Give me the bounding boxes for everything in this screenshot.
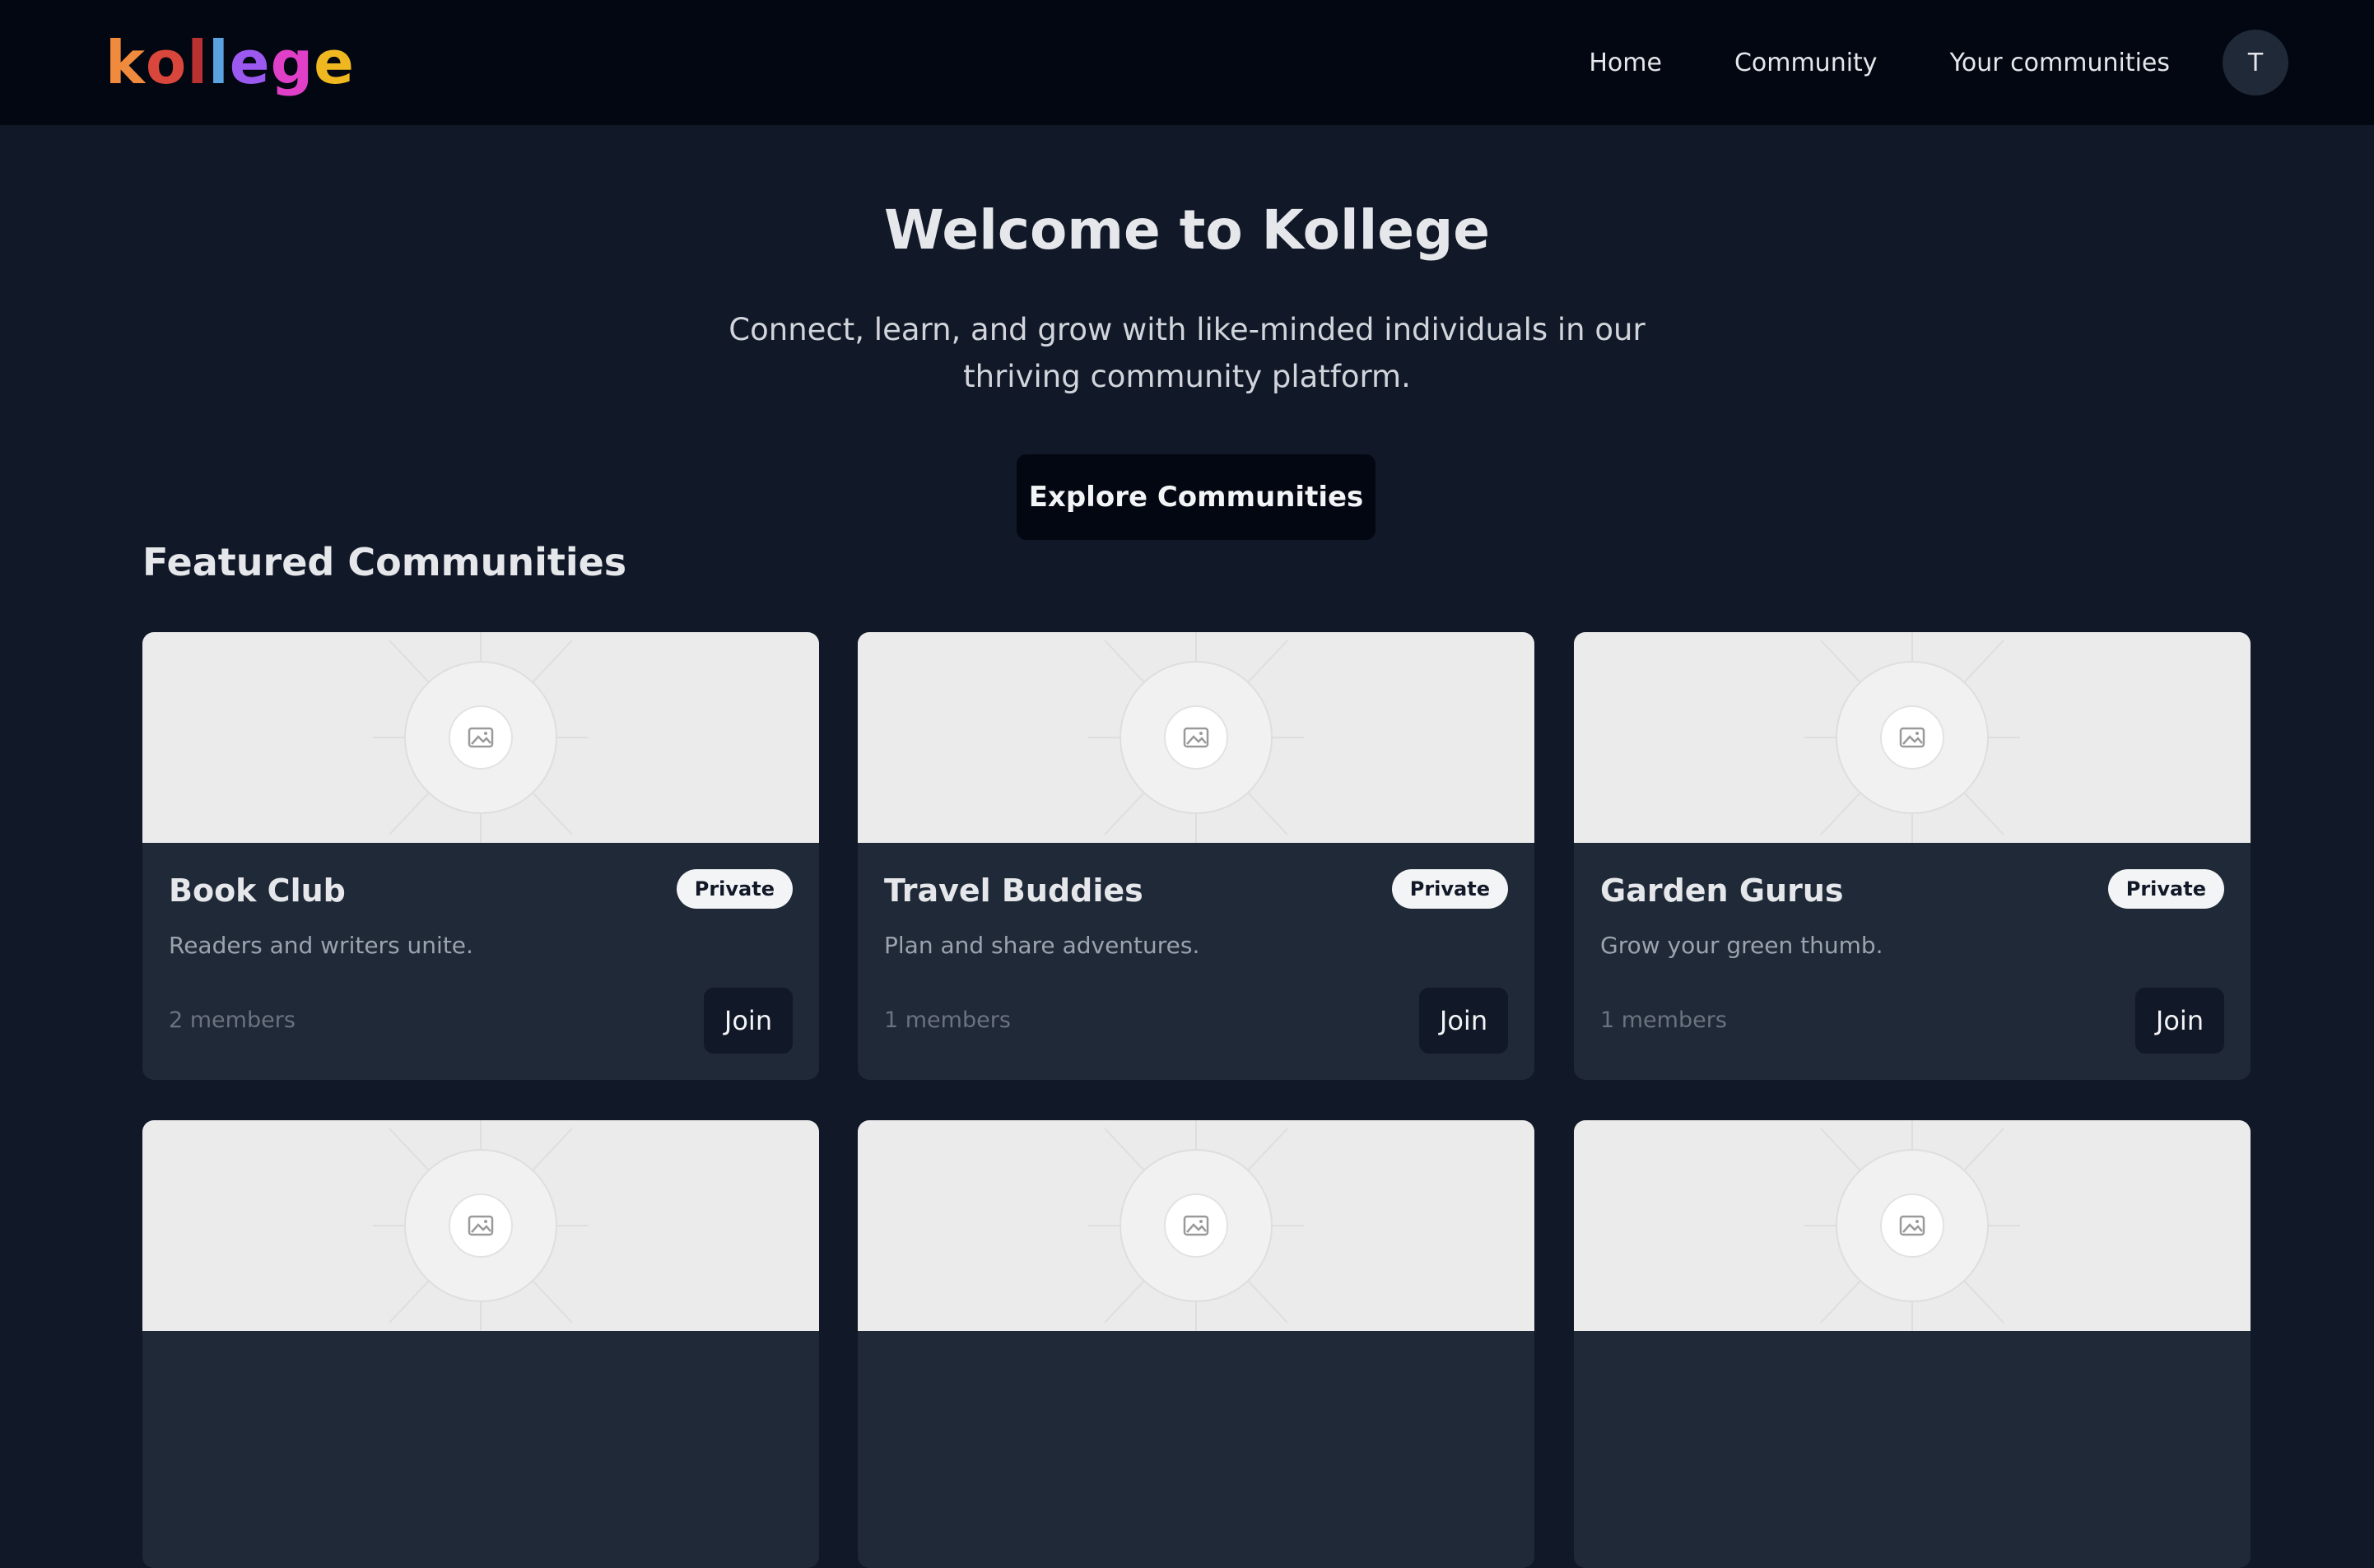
community-card-garden-gurus[interactable]: Garden Gurus Private Grow your green thu…: [1574, 632, 2251, 1080]
privacy-badge: Private: [2107, 869, 2224, 909]
community-card-book-club[interactable]: Book Club Private Readers and writers un…: [142, 632, 819, 1080]
card-description: Grow your green thumb.: [1600, 932, 1883, 959]
card-image-placeholder: [1574, 632, 2251, 843]
logo-letter: l: [208, 28, 230, 97]
card-image-placeholder: [142, 632, 819, 843]
join-button[interactable]: Join: [1419, 988, 1508, 1054]
image-placeholder-icon: [1804, 632, 2020, 843]
kollege-logo[interactable]: kollege: [105, 33, 355, 92]
logo-letter: e: [314, 28, 355, 97]
card-description: Plan and share adventures.: [884, 932, 1200, 959]
featured-communities-heading: Featured Communities: [142, 540, 627, 584]
hero-title: Welcome to Kollege: [883, 198, 1491, 262]
community-card-row2-col1[interactable]: [142, 1120, 819, 1568]
card-body: Book Club Private Readers and writers un…: [142, 843, 819, 1080]
user-avatar[interactable]: T: [2223, 30, 2288, 95]
logo-letter: g: [270, 28, 314, 97]
nav-link-home[interactable]: Home: [1589, 49, 1662, 77]
card-image-placeholder: [142, 1120, 819, 1331]
privacy-badge: Private: [676, 869, 793, 909]
community-card-row2-col2[interactable]: [858, 1120, 1534, 1568]
community-card-row2-col3[interactable]: [1574, 1120, 2251, 1568]
member-count: 2 members: [169, 1007, 296, 1033]
logo-letter: e: [229, 28, 271, 97]
hero-subtitle: Connect, learn, and grow with like-minde…: [728, 312, 1646, 394]
image-placeholder-icon: [1088, 632, 1304, 843]
image-placeholder-icon: [373, 1120, 589, 1331]
card-image-placeholder: [858, 1120, 1534, 1331]
image-placeholder-icon: [1804, 1120, 2020, 1331]
member-count: 1 members: [1600, 1007, 1727, 1033]
logo-letter: o: [145, 28, 188, 97]
join-button[interactable]: Join: [2135, 988, 2224, 1054]
navbar: kollege Home Community Your communities …: [0, 0, 2374, 125]
image-placeholder-icon: [1088, 1120, 1304, 1331]
card-description: Readers and writers unite.: [169, 932, 473, 959]
card-image-placeholder: [858, 632, 1534, 843]
card-title: Travel Buddies: [884, 872, 1143, 909]
explore-communities-button[interactable]: Explore Communities: [1017, 454, 1376, 540]
member-count: 1 members: [884, 1007, 1011, 1033]
card-title: Book Club: [169, 872, 346, 909]
nav-menu: Home Community Your communities T: [1589, 30, 2288, 95]
card-body: Travel Buddies Private Plan and share ad…: [858, 843, 1534, 1080]
card-title: Garden Gurus: [1600, 872, 1844, 909]
nav-link-community[interactable]: Community: [1734, 49, 1878, 77]
privacy-badge: Private: [1391, 869, 1508, 909]
image-placeholder-icon: [373, 632, 589, 843]
join-button[interactable]: Join: [704, 988, 793, 1054]
community-card-travel-buddies[interactable]: Travel Buddies Private Plan and share ad…: [858, 632, 1534, 1080]
card-image-placeholder: [1574, 1120, 2251, 1331]
logo-letter: l: [187, 28, 209, 97]
logo-letter: k: [105, 28, 146, 97]
card-body: Garden Gurus Private Grow your green thu…: [1574, 843, 2251, 1080]
nav-link-your-communities[interactable]: Your communities: [1950, 49, 2170, 77]
